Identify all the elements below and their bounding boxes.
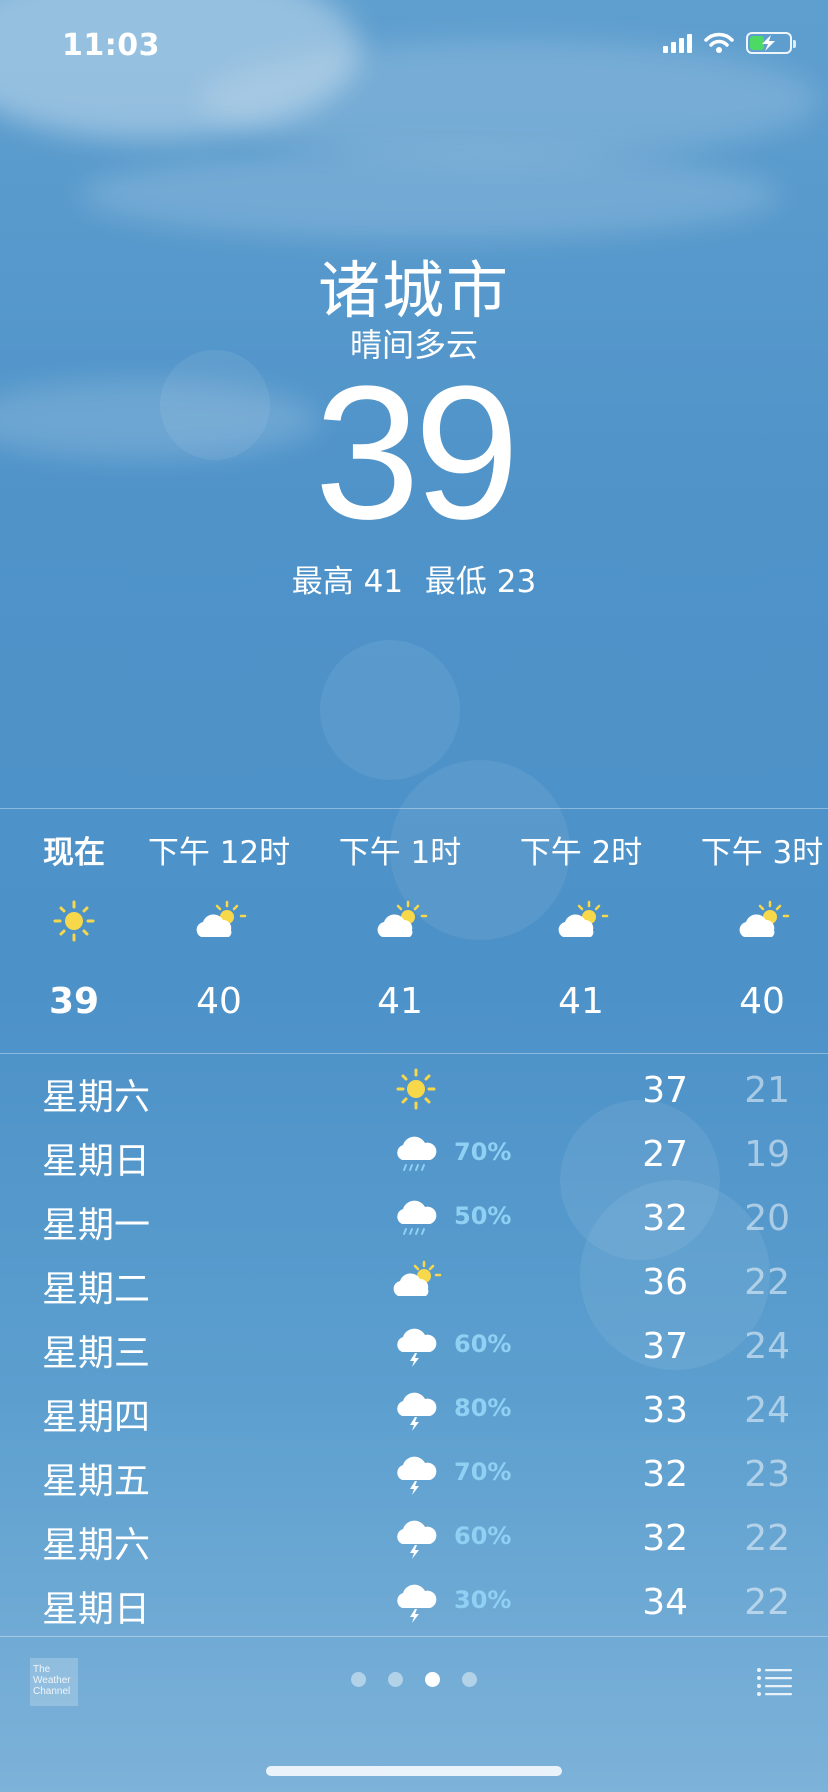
partly-cloudy-icon [196,900,247,937]
high-value: 41 [363,564,404,600]
hour-time: 下午 12时 [147,835,291,871]
hour-temp: 41 [558,981,604,1022]
daily-forecast[interactable]: 星期六 37 21 星期日 70% 27 19 星期一 50% 32 20 星期… [0,1058,828,1634]
day-high: 33 [642,1390,688,1431]
logo-line: Channel [33,1686,71,1697]
city-list-icon[interactable] [756,1666,792,1696]
status-time: 11:03 [62,28,160,63]
day-name: 星期一 [42,1205,151,1246]
day-name: 星期六 [42,1077,151,1118]
hour-temp: 40 [196,981,242,1022]
hour-time: 下午 3时 [700,835,824,871]
day-name: 星期日 [42,1589,151,1630]
city-name: 诸城市 [317,254,510,327]
partly-cloudy-icon [393,1260,442,1296]
hour-temp: 40 [739,981,785,1022]
daily-row: 星期日 70% 27 19 [0,1122,828,1186]
partly-cloudy-icon [739,900,790,937]
day-low: 22 [744,1582,790,1623]
high-temp: 最高 41 [292,564,403,600]
thunderstorm-icon [397,1328,437,1367]
day-name: 星期三 [42,1333,151,1374]
hourly-item: 下午 2时 41 [491,809,671,1053]
day-low: 21 [744,1070,790,1111]
page-dot[interactable] [462,1672,477,1687]
current-temperature: 39 [314,347,519,559]
day-high: 36 [642,1262,688,1303]
day-high: 32 [642,1518,688,1559]
precipitation-chance: 80% [454,1394,512,1422]
day-high: 37 [642,1070,688,1111]
thunderstorm-icon [397,1456,437,1495]
high-low-temps: 最高 41 最低 23 [0,556,828,601]
day-name: 星期四 [42,1397,151,1438]
wifi-icon [704,32,734,53]
footer-divider [0,1636,828,1637]
partly-cloudy-icon [377,900,428,937]
cellular-signal-icon [663,33,692,53]
hour-time: 下午 2时 [519,835,643,871]
day-low: 24 [744,1326,790,1367]
thunderstorm-icon [397,1392,437,1431]
day-high: 32 [642,1198,688,1239]
day-name: 星期五 [42,1461,151,1502]
hourly-item: 下午 12时 40 [129,809,309,1053]
low-label: 最低 [424,564,487,600]
precipitation-chance: 70% [454,1138,512,1166]
day-low: 23 [744,1454,790,1495]
day-low: 22 [744,1262,790,1303]
high-label: 最高 [291,564,354,600]
hourly-item: 下午 3时 40 [672,809,828,1053]
hour-time: 下午 1时 [338,835,462,871]
daily-row: 星期四 80% 33 24 [0,1378,828,1442]
day-high: 34 [642,1582,688,1623]
precipitation-chance: 60% [454,1522,512,1550]
page-dot[interactable] [351,1672,366,1687]
day-name: 星期六 [42,1525,151,1566]
day-low: 20 [744,1198,790,1239]
low-value: 23 [496,564,537,600]
status-icons [663,32,796,54]
home-indicator[interactable] [266,1766,562,1776]
day-low: 19 [744,1134,790,1175]
daily-row: 星期五 70% 32 23 [0,1442,828,1506]
thunderstorm-icon [397,1584,437,1623]
sun-icon [396,1068,436,1110]
hour-temp: 41 [377,981,423,1022]
low-temp: 最低 23 [425,564,536,600]
daily-row: 星期日 30% 34 22 [0,1570,828,1634]
daily-row: 星期三 60% 37 24 [0,1314,828,1378]
day-low: 22 [744,1518,790,1559]
day-low: 24 [744,1390,790,1431]
rain-icon [397,1136,437,1171]
battery-icon [746,32,796,54]
hourly-item: 下午 1时 41 [310,809,490,1053]
thunderstorm-icon [397,1520,437,1559]
day-high: 27 [642,1134,688,1175]
day-high: 32 [642,1454,688,1495]
precipitation-chance: 30% [454,1586,512,1614]
partly-cloudy-icon [558,900,609,937]
page-dot-active[interactable] [425,1672,440,1687]
daily-row: 星期一 50% 32 20 [0,1186,828,1250]
daily-row: 星期六 37 21 [0,1058,828,1122]
hourly-forecast[interactable]: 现在 39 下午 12时 40 下午 1时 41 下午 2时 41 下午 3时 … [0,808,828,1054]
precipitation-chance: 60% [454,1330,512,1358]
precipitation-chance: 70% [454,1458,512,1486]
day-high: 37 [642,1326,688,1367]
day-name: 星期日 [42,1141,151,1182]
page-dot[interactable] [388,1672,403,1687]
daily-row: 星期二 36 22 [0,1250,828,1314]
sun-icon [53,900,95,942]
precipitation-chance: 50% [454,1202,512,1230]
daily-row: 星期六 60% 32 22 [0,1506,828,1570]
page-indicator[interactable] [0,1672,828,1687]
rain-icon [397,1200,437,1235]
day-name: 星期二 [42,1269,151,1310]
